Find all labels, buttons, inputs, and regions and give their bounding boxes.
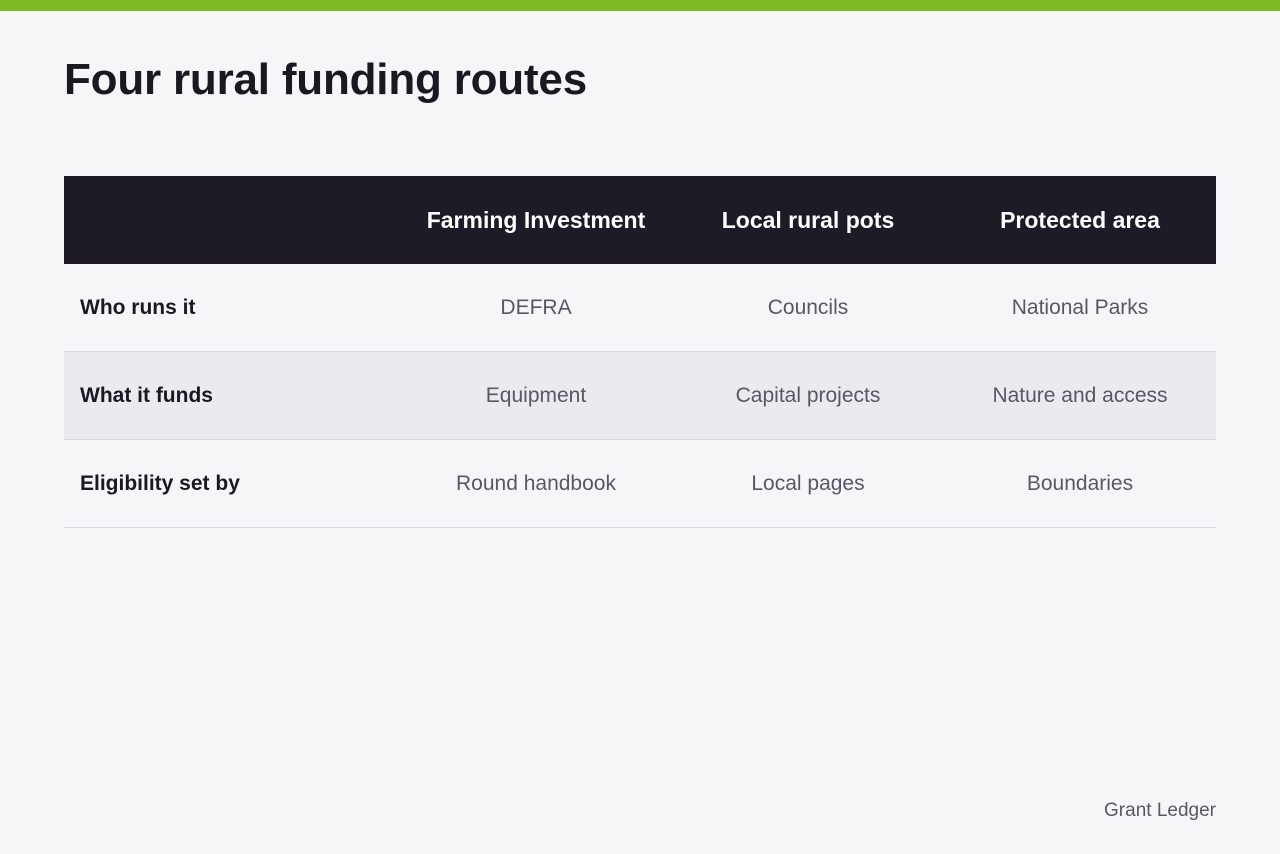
row-label: Who runs it — [80, 295, 196, 319]
column-header-farming-investment: Farming Investment — [426, 206, 646, 233]
table-cell: Nature and access — [992, 383, 1168, 407]
table-cell: Councils — [767, 295, 849, 319]
accent-bar — [0, 0, 1280, 11]
table-cell: National Parks — [1011, 295, 1149, 319]
table-cell: Round handbook — [456, 471, 616, 495]
table-row: What it funds Equipment Capital projects… — [64, 352, 1216, 440]
row-label: What it funds — [80, 383, 213, 407]
row-label: Eligibility set by — [80, 471, 240, 495]
table-row: Eligibility set by Round handbook Local … — [64, 440, 1216, 528]
comparison-table: Farming Investment Local rural pots Prot… — [64, 176, 1216, 528]
footer-brand: Grant Ledger — [1104, 800, 1216, 821]
table-cell: Local pages — [751, 471, 865, 495]
table-cell: DEFRA — [500, 295, 572, 319]
column-header-local-rural-pots: Local rural pots — [721, 206, 895, 233]
table-cell: Boundaries — [1026, 471, 1134, 495]
page-title: Four rural funding routes — [64, 55, 587, 104]
table-header-row: Farming Investment Local rural pots Prot… — [64, 176, 1216, 264]
column-header-protected-area: Protected area — [1000, 206, 1160, 233]
table-cell: Equipment — [485, 383, 587, 407]
table-cell: Capital projects — [735, 383, 881, 407]
table-row: Who runs it DEFRA Councils National Park… — [64, 264, 1216, 352]
